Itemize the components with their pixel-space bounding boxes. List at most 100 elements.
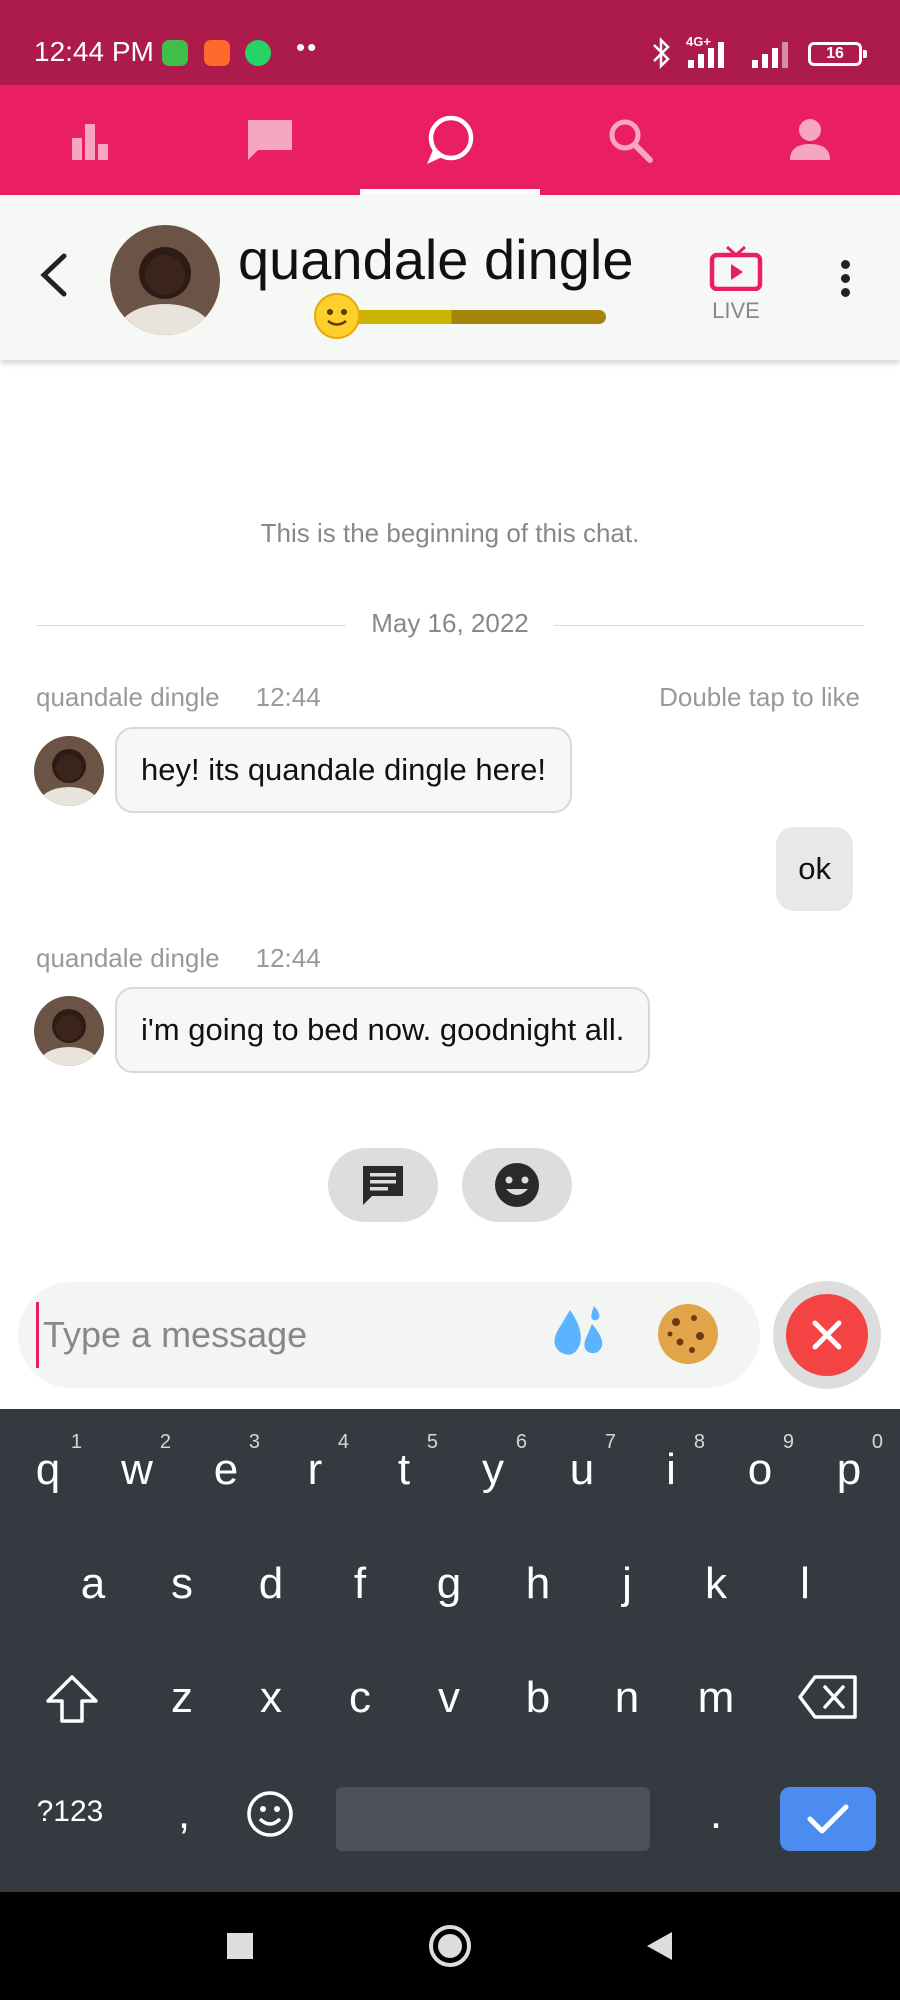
keyboard: q1 w2 e3 r4 t5 y6 u7 i8 o9 p0 a s d f g … [0, 1409, 900, 1892]
nav-messages[interactable] [180, 85, 360, 195]
more-notifications-indicator: •• [296, 32, 319, 62]
search-icon [609, 119, 653, 163]
video-app-icon [204, 40, 230, 66]
messages-icon [248, 120, 292, 160]
smiley-icon [247, 1791, 293, 1837]
back-button[interactable] [632, 1918, 688, 1974]
signal-icon [688, 42, 724, 68]
message-bubble[interactable]: i'm going to bed now. goodnight all. [115, 987, 651, 1073]
key-m[interactable]: m [676, 1673, 756, 1723]
nav-search[interactable] [540, 85, 720, 195]
key-p[interactable]: p0 [809, 1431, 889, 1495]
tv-icon [709, 245, 763, 292]
key-q[interactable]: q1 [8, 1431, 88, 1495]
sweat-drops-icon[interactable] [546, 1300, 614, 1368]
key-r[interactable]: r4 [275, 1431, 355, 1495]
system-navigation-bar [0, 1892, 900, 2000]
home-circle-icon [429, 1925, 471, 1967]
back-arrow-icon[interactable] [32, 250, 78, 300]
recents-button[interactable] [212, 1918, 268, 1974]
message-icon [363, 1166, 403, 1205]
key-o[interactable]: o9 [720, 1431, 800, 1495]
key-b[interactable]: b [498, 1673, 578, 1723]
sender-name: quandale dingle [36, 943, 220, 973]
key-j[interactable]: j [587, 1559, 667, 1609]
key-c[interactable]: c [320, 1673, 400, 1723]
avatar[interactable] [34, 996, 104, 1066]
check-icon [807, 1804, 849, 1834]
status-time: 12:44 PM [34, 36, 154, 67]
backspace-key[interactable] [788, 1673, 868, 1732]
live-label: LIVE [712, 298, 760, 323]
smiley-icon [314, 293, 360, 339]
message-bubble[interactable]: hey! its quandale dingle here! [115, 727, 573, 813]
top-navigation [0, 85, 900, 195]
shift-icon [46, 1675, 98, 1723]
key-d[interactable]: d [231, 1559, 311, 1609]
profile-icon [790, 119, 830, 160]
battery-indicator: 16 [808, 42, 867, 66]
key-i[interactable]: i8 [631, 1431, 711, 1495]
sender-name: quandale dingle [36, 682, 220, 712]
shift-key[interactable] [32, 1673, 112, 1736]
avatar[interactable] [34, 736, 104, 806]
date-label: May 16, 2022 [353, 608, 547, 638]
close-icon [812, 1320, 842, 1350]
status-bar: 12:44 PM •• 4G+ 16 [0, 0, 900, 85]
space-key[interactable] [336, 1787, 650, 1851]
key-f[interactable]: f [320, 1559, 400, 1609]
message-bubble-outgoing[interactable]: ok [776, 827, 853, 911]
key-e[interactable]: e3 [186, 1431, 266, 1495]
signal-icon-2 [752, 42, 788, 68]
home-button[interactable] [422, 1918, 478, 1974]
key-n[interactable]: n [587, 1673, 667, 1723]
smiley-icon [495, 1163, 539, 1207]
enter-key[interactable] [780, 1787, 876, 1851]
stats-icon [72, 124, 108, 160]
chat-header: quandale dingle LIVE [0, 195, 900, 360]
key-l[interactable]: l [765, 1559, 845, 1609]
android-app-icon [162, 40, 188, 66]
key-h[interactable]: h [498, 1559, 578, 1609]
message-input[interactable] [36, 1302, 516, 1368]
key-k[interactable]: k [676, 1559, 756, 1609]
message-meta: quandale dingle 12:44 [36, 943, 321, 974]
date-separator: May 16, 2022 [36, 608, 864, 642]
cookie-icon[interactable] [654, 1300, 722, 1368]
close-button[interactable] [773, 1281, 881, 1389]
key-x[interactable]: x [231, 1673, 311, 1723]
nav-stats[interactable] [0, 85, 180, 195]
key-z[interactable]: z [142, 1673, 222, 1723]
key-t[interactable]: t5 [364, 1431, 444, 1495]
emoji-reaction-button[interactable] [462, 1148, 572, 1222]
symbols-key[interactable]: ?123 [30, 1795, 110, 1829]
key-v[interactable]: v [409, 1673, 489, 1723]
avatar[interactable] [110, 225, 220, 335]
period-key[interactable]: . [676, 1789, 756, 1839]
quick-reply-button[interactable] [328, 1148, 438, 1222]
chat-beginning-notice: This is the beginning of this chat. [260, 518, 640, 548]
key-s[interactable]: s [142, 1559, 222, 1609]
whatsapp-icon [245, 40, 271, 66]
nav-chat[interactable] [360, 85, 540, 195]
key-y[interactable]: y6 [453, 1431, 533, 1495]
emoji-key[interactable] [230, 1789, 310, 1850]
comma-key[interactable]: , [144, 1789, 224, 1839]
back-triangle-icon [647, 1932, 672, 1960]
square-icon [227, 1933, 253, 1959]
message-composer [18, 1282, 760, 1388]
bluetooth-icon [653, 36, 670, 70]
key-a[interactable]: a [53, 1559, 133, 1609]
backspace-icon [798, 1675, 857, 1719]
live-button[interactable]: LIVE [696, 245, 776, 325]
key-g[interactable]: g [409, 1559, 489, 1609]
chat-title: quandale dingle [238, 228, 634, 291]
double-tap-hint: Double tap to like [659, 682, 860, 712]
chat-icon [427, 115, 474, 164]
nav-profile[interactable] [720, 85, 900, 195]
mood-meter [340, 310, 606, 324]
key-u[interactable]: u7 [542, 1431, 622, 1495]
more-options-icon[interactable] [830, 255, 860, 305]
key-w[interactable]: w2 [97, 1431, 177, 1495]
message-time: 12:44 [255, 682, 321, 712]
